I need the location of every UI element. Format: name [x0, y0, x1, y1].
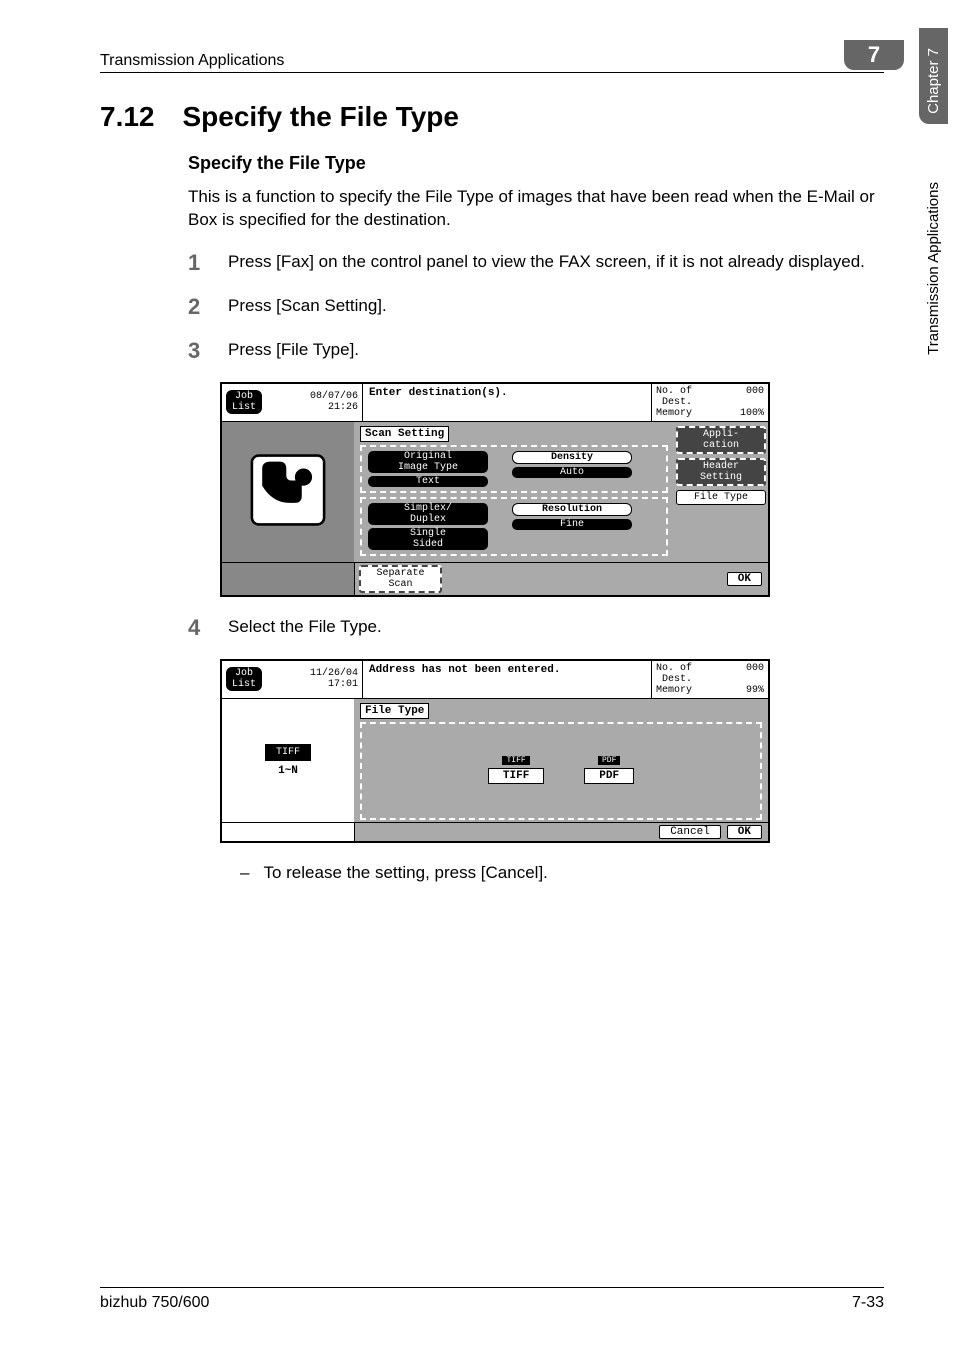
screen1-date: 08/07/06: [310, 391, 358, 402]
screen2-date: 11/26/04: [310, 668, 358, 679]
density-label: Density: [512, 451, 632, 464]
screen2-mem-value: 99%: [746, 685, 764, 696]
footer-page: 7-33: [852, 1294, 884, 1312]
side-section-badge: Transmission Applications: [925, 149, 942, 389]
resolution-value[interactable]: Fine: [512, 519, 632, 530]
lcd-screen-scan-setting: Job List 08/07/06 21:26 Enter destinatio…: [220, 382, 770, 597]
side-chapter-badge: Chapter 7: [919, 28, 948, 124]
step-4-text: Select the File Type.: [228, 615, 884, 639]
bullet-dash: –: [240, 863, 249, 882]
step-3: 3 Press [File Type].: [188, 338, 884, 364]
job-list-cell: Job List 08/07/06 21:26: [222, 384, 363, 421]
screen1-status: No. of Dest. 000 Memory 100%: [652, 384, 768, 421]
page-header: Transmission Applications 7: [100, 40, 884, 73]
section-heading: 7.12 Specify the File Type: [100, 101, 884, 133]
screen2-datetime: 11/26/04 17:01: [310, 668, 358, 690]
screen2-message: Address has not been entered.: [363, 661, 652, 698]
density-value[interactable]: Auto: [512, 467, 632, 478]
section-title-text: Specify the File Type: [183, 101, 459, 132]
screen1-preview: [222, 422, 354, 562]
screen2-bottom-left: [222, 823, 355, 841]
step-2-number: 2: [188, 294, 228, 320]
original-type-value[interactable]: Text: [368, 476, 488, 487]
screen1-time: 21:26: [310, 402, 358, 413]
original-type-label: Original Image Type: [368, 451, 488, 473]
lcd-screen-file-type: Job List 11/26/04 17:01 Address has not …: [220, 659, 770, 843]
job-list-button[interactable]: Job List: [226, 390, 262, 414]
duplex-value[interactable]: Single Sided: [368, 528, 488, 550]
screen2-dest-label: No. of Dest.: [656, 663, 692, 685]
file-type-button[interactable]: File Type: [676, 490, 766, 505]
header-setting-button[interactable]: Header Setting: [676, 458, 766, 486]
step-2: 2 Press [Scan Setting].: [188, 294, 884, 320]
tiff-thumbnail: TIFF: [265, 744, 311, 761]
screen2-job-list-cell: Job List 11/26/04 17:01: [222, 661, 363, 698]
side-chapter-text: Chapter 7: [925, 48, 942, 114]
section-number: 7.12: [100, 101, 155, 132]
scan-group-1: Original Image Type Text Density Auto: [360, 445, 668, 493]
tiff-mini-icon: TIFF: [502, 756, 529, 765]
tiff-option[interactable]: TIFF TIFF: [488, 754, 544, 784]
ok-button[interactable]: OK: [727, 572, 762, 586]
steps-list: 1 Press [Fax] on the control panel to vi…: [188, 250, 884, 364]
file-type-options: TIFF TIFF PDF PDF: [366, 754, 756, 784]
side-tab: Chapter 7 Transmission Applications: [912, 0, 954, 540]
screen2-mem-label: Memory: [656, 685, 692, 696]
screen1-center-panel: Scan Setting Original Image Type Text De…: [354, 422, 674, 562]
screen2-dest-count: 000: [746, 663, 764, 685]
step-2-text: Press [Scan Setting].: [228, 294, 884, 318]
screen2-job-list-button[interactable]: Job List: [226, 667, 262, 691]
intro-paragraph: This is a function to specify the File T…: [188, 186, 884, 232]
mem-label: Memory: [656, 408, 692, 419]
side-section-text: Transmission Applications: [925, 182, 942, 355]
screen2-body: TIFF 1~N File Type TIFF TIFF PDF PDF: [222, 699, 768, 822]
screen2-preview: TIFF 1~N: [222, 699, 354, 822]
tiff-label: TIFF: [488, 768, 544, 784]
step-1-number: 1: [188, 250, 228, 276]
bullet-text: To release the setting, press [Cancel].: [263, 863, 547, 882]
screen2-time: 17:01: [310, 679, 358, 690]
step-3-number: 3: [188, 338, 228, 364]
pdf-mini-icon: PDF: [598, 756, 620, 765]
pdf-label: PDF: [584, 768, 634, 784]
cancel-button[interactable]: Cancel: [659, 825, 721, 839]
tiff-caption: 1~N: [278, 765, 298, 777]
step-4-number: 4: [188, 615, 228, 641]
screen2-bottom: Cancel OK: [222, 822, 768, 841]
screen2-status: No. of Dest. 000 Memory 99%: [652, 661, 768, 698]
mem-value: 100%: [740, 408, 764, 419]
steps-list-2: 4 Select the File Type.: [188, 615, 884, 641]
screen2-ok-button[interactable]: OK: [727, 825, 762, 839]
scan-setting-title: Scan Setting: [360, 426, 449, 442]
scan-group-2: Simplex/ Duplex Single Sided Resolution …: [360, 497, 668, 556]
file-type-title: File Type: [360, 703, 429, 719]
page-footer: bizhub 750/600 7-33: [100, 1287, 884, 1312]
screen1-body: Scan Setting Original Image Type Text De…: [222, 422, 768, 562]
application-button[interactable]: Appli- cation: [676, 426, 766, 454]
separate-scan-button[interactable]: Separate Scan: [359, 565, 442, 593]
subsection-title: Specify the File Type: [188, 153, 884, 174]
footer-model: bizhub 750/600: [100, 1294, 209, 1312]
screen1-bottom-left: [222, 563, 355, 595]
step-1: 1 Press [Fax] on the control panel to vi…: [188, 250, 884, 276]
duplex-label: Simplex/ Duplex: [368, 503, 488, 525]
screen1-datetime: 08/07/06 21:26: [310, 391, 358, 413]
dest-label: No. of Dest.: [656, 386, 692, 408]
screen2-center-panel: File Type TIFF TIFF PDF PDF: [354, 699, 768, 822]
chapter-number-badge: 7: [844, 40, 904, 70]
bullet-note: –To release the setting, press [Cancel].: [240, 863, 884, 883]
pdf-option[interactable]: PDF PDF: [584, 754, 634, 784]
step-4: 4 Select the File Type.: [188, 615, 884, 641]
screen1-header: Job List 08/07/06 21:26 Enter destinatio…: [222, 384, 768, 422]
screen2-header: Job List 11/26/04 17:01 Address has not …: [222, 661, 768, 699]
phone-icon: [245, 447, 331, 537]
screen1-bottom: Separate Scan OK: [222, 562, 768, 595]
step-3-text: Press [File Type].: [228, 338, 884, 362]
screen1-message: Enter destination(s).: [363, 384, 652, 421]
resolution-label: Resolution: [512, 503, 632, 516]
screen1-side-buttons: Appli- cation Header Setting File Type: [674, 422, 768, 562]
dest-count: 000: [746, 386, 764, 408]
step-1-text: Press [Fax] on the control panel to view…: [228, 250, 884, 274]
breadcrumb: Transmission Applications: [100, 52, 284, 70]
